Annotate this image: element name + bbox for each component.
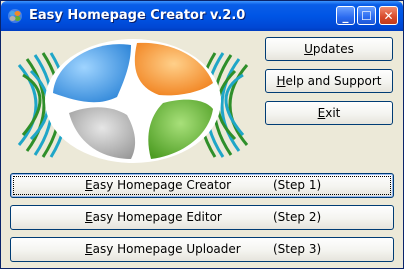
minimize-button[interactable]: _ (336, 6, 355, 25)
step1-text: asy Homepage Creator (92, 178, 232, 192)
updates-button[interactable]: Updates (265, 37, 393, 61)
homepage-creator-step1-button[interactable]: Easy Homepage Creator (Step 1) (10, 173, 394, 198)
exit-button[interactable]: Exit (265, 101, 393, 125)
step3-number: (Step 3) (273, 242, 322, 256)
step2-text: asy Homepage Editor (92, 210, 222, 224)
minimize-icon: _ (342, 8, 349, 23)
title-bar[interactable]: Easy Homepage Creator v.2.0 _ ☐ ✕ (1, 1, 403, 31)
updates-label: pdates (312, 42, 354, 56)
step2-mnemonic: E (85, 210, 93, 224)
updates-mnemonic: U (304, 42, 313, 56)
app-window: Easy Homepage Creator v.2.0 _ ☐ ✕ U pdat… (0, 0, 404, 269)
close-icon: ✕ (383, 8, 394, 23)
logo-gray-petal (69, 107, 136, 159)
logo-orange-petal (134, 42, 213, 96)
help-and-support-button[interactable]: Help and Support (265, 69, 393, 93)
help-mnemonic: H (276, 74, 286, 88)
app-logo (17, 39, 249, 163)
exit-label: xit (325, 106, 341, 120)
help-label: elp and Support (285, 74, 382, 88)
homepage-uploader-step3-button[interactable]: Easy Homepage Uploader (Step 3) (10, 237, 394, 262)
step1-number: (Step 1) (273, 178, 322, 192)
step1-mnemonic: E (85, 178, 93, 192)
step3-text: asy Homepage Uploader (92, 242, 241, 256)
step1-label: Easy Homepage Creator (85, 174, 231, 197)
exit-mnemonic: E (317, 106, 326, 120)
window-title: Easy Homepage Creator v.2.0 (29, 8, 246, 23)
step3-label: Easy Homepage Uploader (85, 238, 241, 261)
maximize-button[interactable]: ☐ (357, 6, 376, 25)
maximize-icon: ☐ (361, 8, 372, 23)
homepage-editor-step2-button[interactable]: Easy Homepage Editor (Step 2) (10, 205, 394, 230)
step3-mnemonic: E (85, 242, 93, 256)
step2-number: (Step 2) (273, 210, 322, 224)
app-logo-icon (8, 9, 22, 23)
close-button[interactable]: ✕ (379, 6, 398, 25)
step2-label: Easy Homepage Editor (85, 206, 222, 229)
